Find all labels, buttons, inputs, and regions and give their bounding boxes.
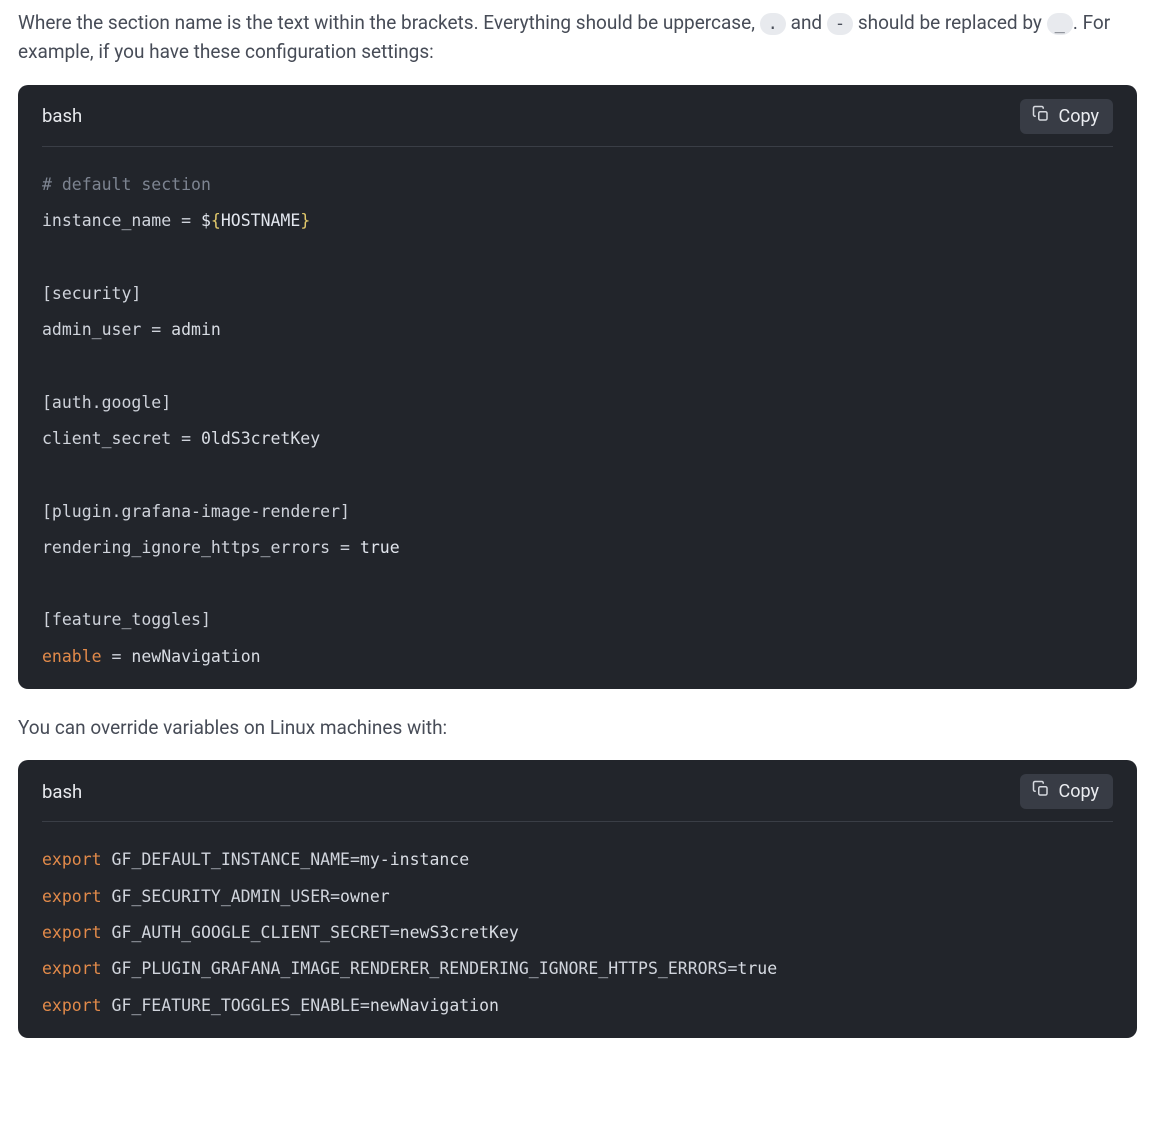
copy-button[interactable]: Copy (1020, 774, 1113, 809)
code-content-1[interactable]: # default section instance_name = ${HOST… (42, 147, 1113, 675)
code-lang-label: bash (42, 102, 82, 131)
code-header: bash Copy (42, 760, 1113, 822)
code-content-2[interactable]: export GF_DEFAULT_INSTANCE_NAME=my-insta… (42, 822, 1113, 1023)
intro-text-1: Where the section name is the text withi… (18, 11, 760, 34)
copy-icon (1032, 105, 1050, 128)
intro-text-2: and (786, 11, 827, 34)
middle-paragraph: You can override variables on Linux mach… (18, 713, 1137, 742)
inline-code-dash: - (827, 13, 853, 35)
copy-icon (1032, 780, 1050, 803)
inline-code-dot: . (760, 13, 786, 35)
code-block-1: bash Copy # default section instance_nam… (18, 85, 1137, 689)
inline-code-underscore: _ (1047, 13, 1073, 35)
code-lang-label: bash (42, 778, 82, 807)
intro-paragraph: Where the section name is the text withi… (18, 8, 1137, 67)
copy-button[interactable]: Copy (1020, 99, 1113, 134)
copy-label: Copy (1058, 106, 1099, 127)
code-header: bash Copy (42, 85, 1113, 147)
code-block-2: bash Copy export GF_DEFAULT_INSTANCE_NAM… (18, 760, 1137, 1037)
copy-label: Copy (1058, 781, 1099, 802)
intro-text-3: should be replaced by (853, 11, 1046, 34)
